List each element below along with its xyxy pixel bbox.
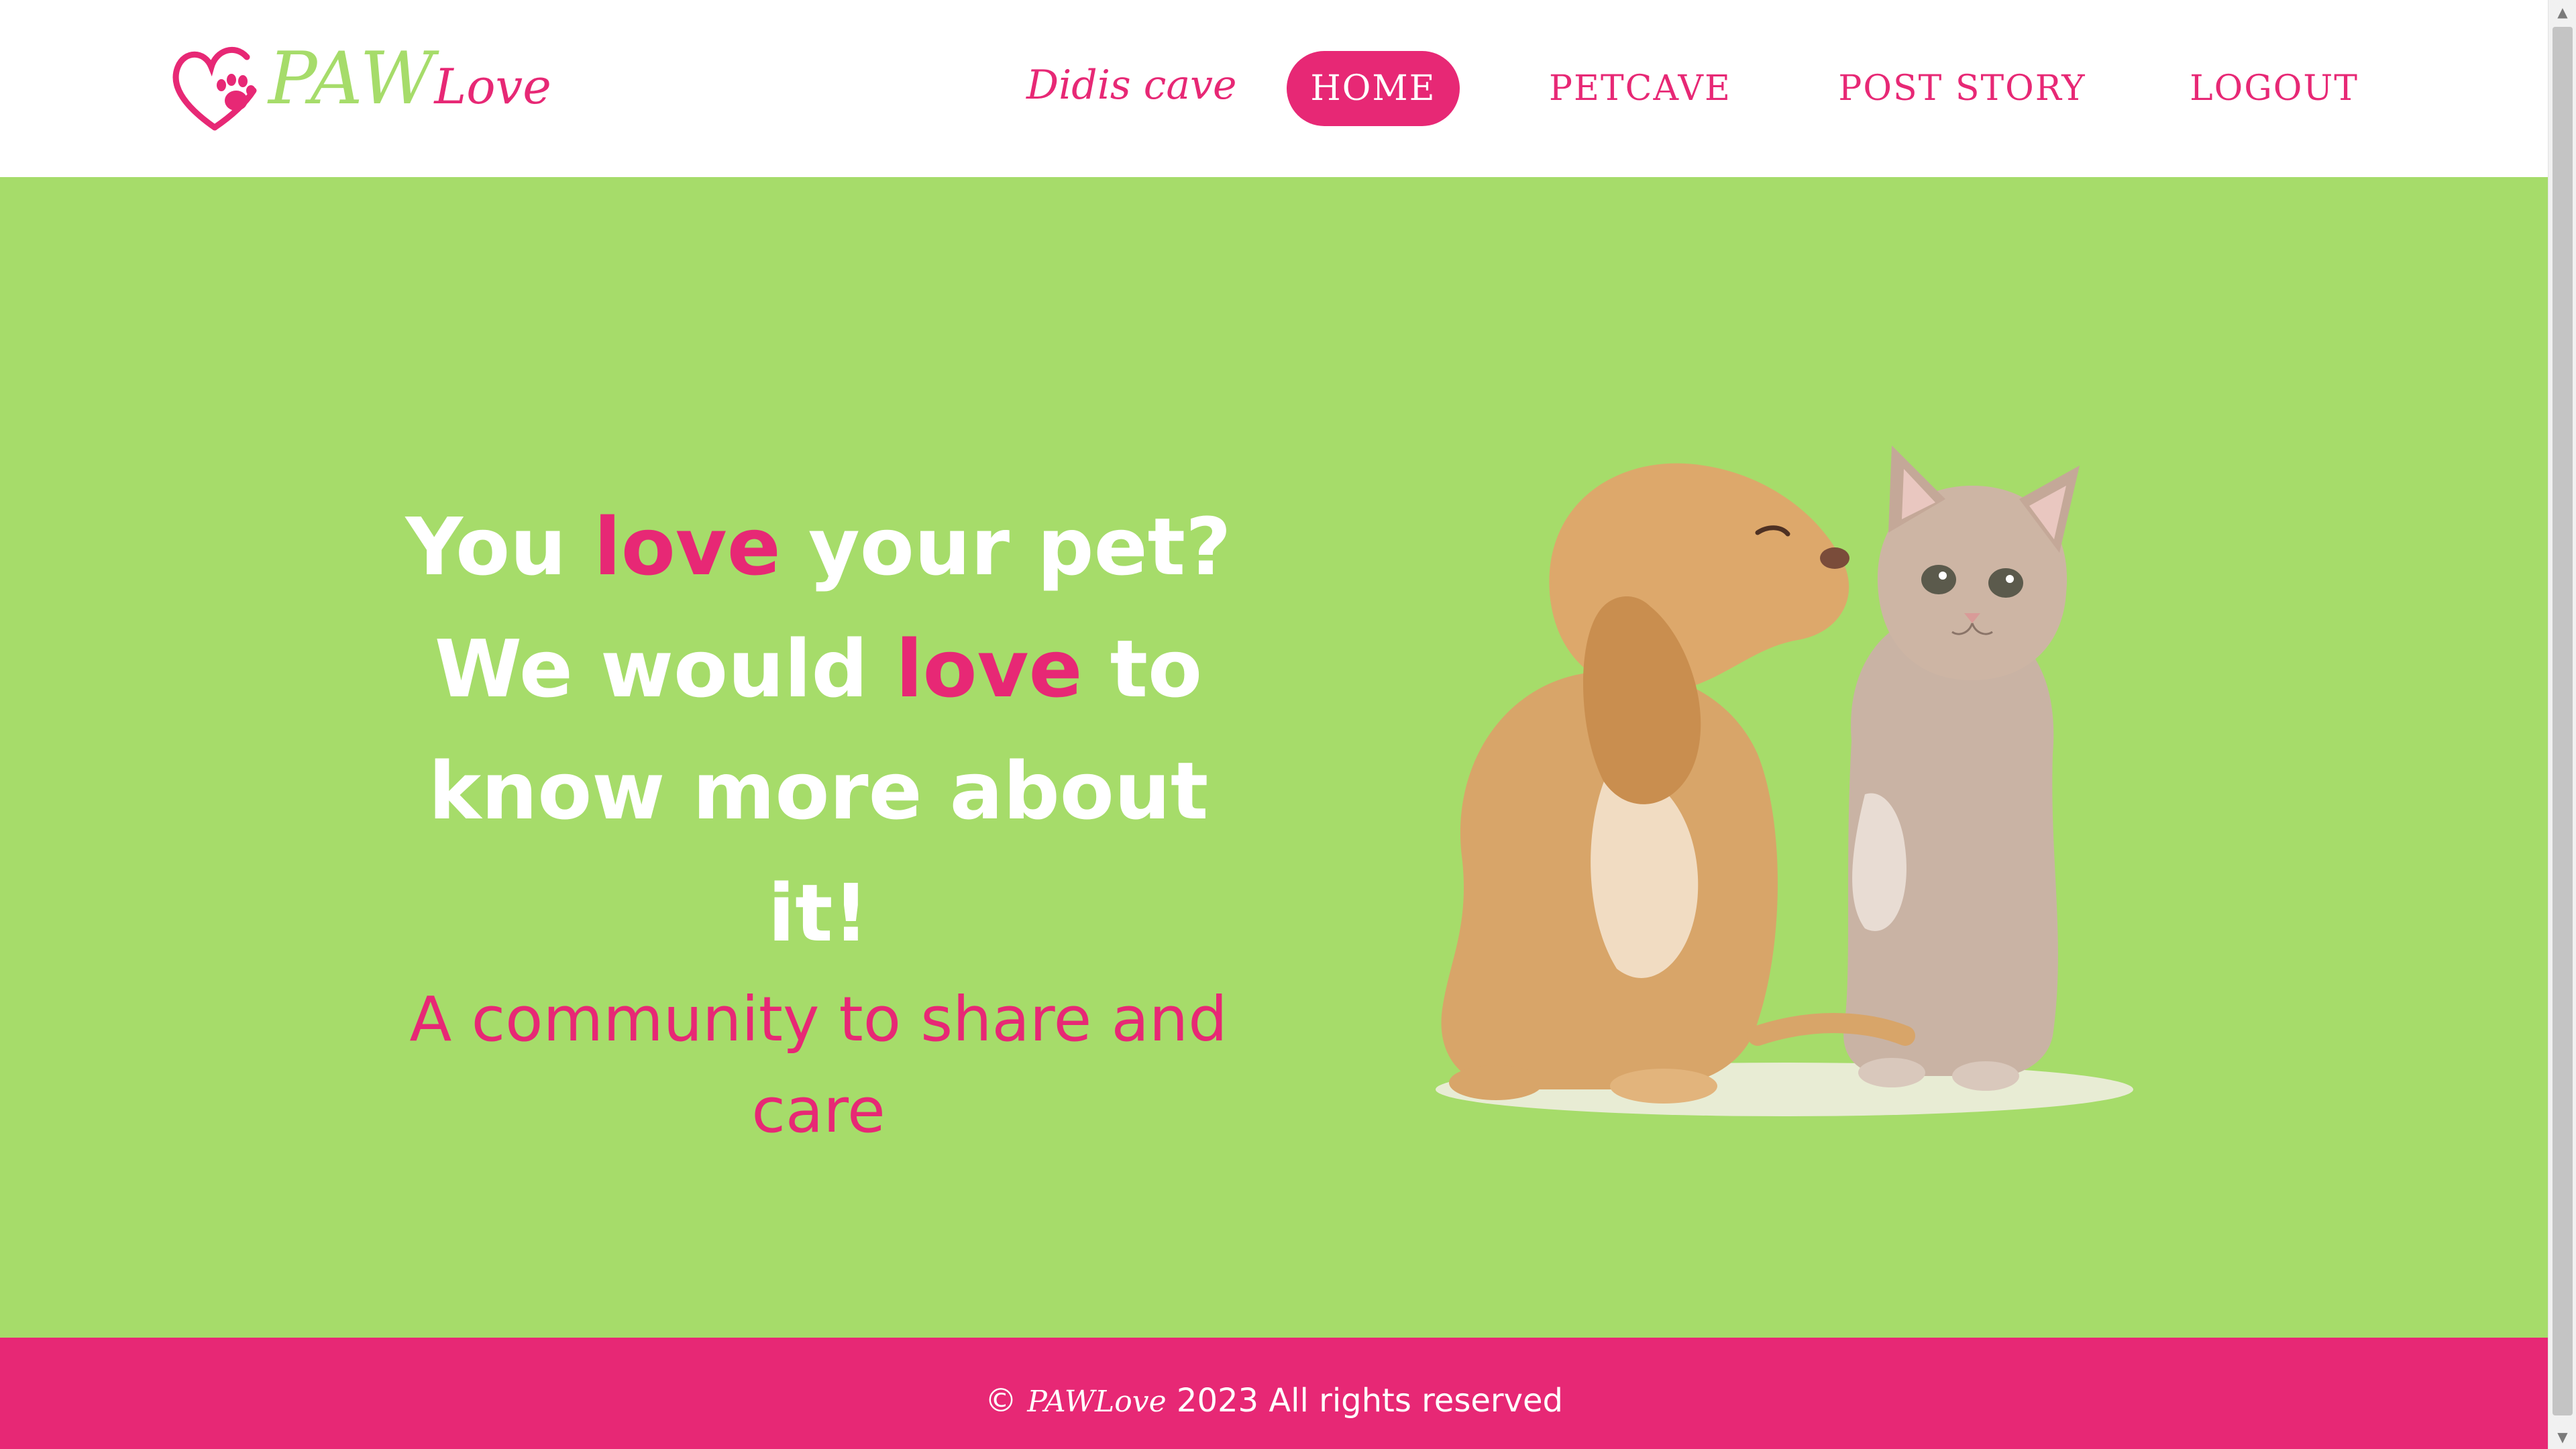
- nav-logout[interactable]: LOGOUT: [2187, 51, 2361, 126]
- footer-brand: PAWLove: [1027, 1385, 1167, 1419]
- footer-copyright: © PAWLove 2023 All rights reserved: [0, 1382, 2548, 1419]
- vertical-scrollbar[interactable]: ▲ ▼: [2548, 0, 2576, 1449]
- headline-love-1: love: [594, 500, 781, 593]
- nav-home[interactable]: HOME: [1287, 51, 1460, 126]
- hero-text: You love your pet? We would love to know…: [376, 486, 1261, 1157]
- kitten: [1843, 445, 2080, 1091]
- hero-section: You love your pet? We would love to know…: [0, 177, 2548, 1338]
- user-cave-link[interactable]: Didis cave: [1026, 62, 1237, 109]
- footer-copy-symbol: ©: [984, 1382, 1028, 1419]
- hero-headline: You love your pet? We would love to know…: [376, 486, 1261, 974]
- page: PAWLove Didis cave HOME PETCAVE POST STO…: [0, 0, 2548, 1449]
- logo[interactable]: PAWLove: [168, 37, 551, 138]
- heart-paw-icon: [172, 46, 257, 131]
- footer-text: 2023 All rights reserved: [1166, 1382, 1564, 1419]
- logo-love: Love: [434, 58, 551, 115]
- scroll-up-arrow-icon[interactable]: ▲: [2548, 0, 2576, 24]
- scroll-down-arrow-icon[interactable]: ▼: [2548, 1425, 2576, 1449]
- site-header: PAWLove Didis cave HOME PETCAVE POST STO…: [0, 0, 2548, 177]
- logo-paw: PAW: [268, 37, 435, 121]
- hero-tagline: A community to share and care: [409, 983, 1228, 1146]
- headline-part-1: You: [405, 500, 594, 593]
- nav-petcave[interactable]: PETCAVE: [1549, 51, 1730, 126]
- logo-text: PAWLove: [268, 37, 551, 121]
- headline-love-2: love: [896, 623, 1083, 715]
- nav-post-story[interactable]: POST STORY: [1838, 51, 2084, 126]
- puppy-kitten-image: [1436, 445, 2133, 1116]
- puppy: [1441, 463, 1915, 1104]
- scroll-thumb[interactable]: [2553, 27, 2573, 1415]
- site-footer: © PAWLove 2023 All rights reserved: [0, 1338, 2548, 1449]
